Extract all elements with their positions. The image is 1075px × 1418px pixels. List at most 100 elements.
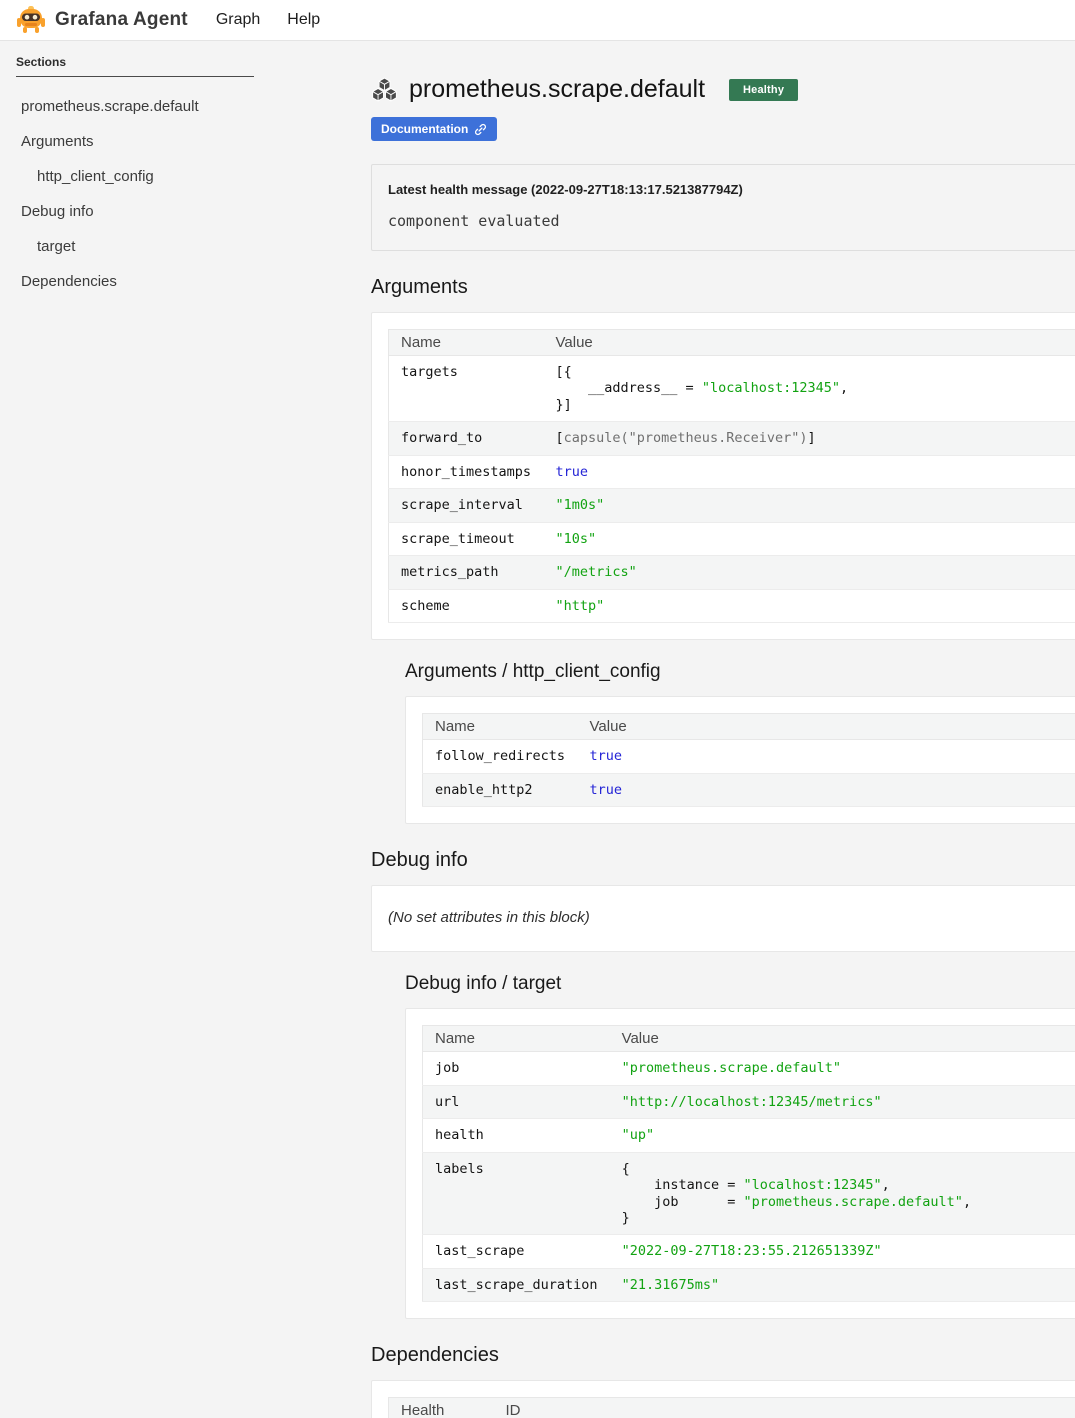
row-name: health — [423, 1119, 610, 1152]
section-card-debug-info-target: NameValuejob"prometheus.scrape.default"u… — [405, 1008, 1075, 1319]
sections-root: ArgumentsNameValuetargets[{ __address__ … — [371, 276, 1075, 1418]
table-row: last_scrape"2022-09-27T18:23:55.21265133… — [423, 1235, 1075, 1268]
main-content: prometheus.scrape.default Healthy Docume… — [260, 41, 1075, 1418]
health-message-label: Latest health message (2022-09-27T18:13:… — [388, 182, 1075, 197]
table-row: forward_to[capsule("prometheus.Receiver"… — [389, 422, 1075, 455]
link-icon — [474, 123, 487, 136]
section-card-debug-info: (No set attributes in this block) — [371, 885, 1075, 952]
row-name: honor_timestamps — [389, 455, 544, 488]
table-row: scheme"http" — [389, 589, 1075, 622]
section-card-arguments-http-client-config: NameValuefollow_redirectstrueenable_http… — [405, 696, 1075, 824]
table-row: metrics_path"/metrics" — [389, 556, 1075, 589]
sidebar-item-debug-info[interactable]: Debug info — [16, 194, 254, 229]
sidebar-item-prometheus-scrape-default[interactable]: prometheus.scrape.default — [16, 89, 254, 124]
table-row: url"http://localhost:12345/metrics" — [423, 1085, 1075, 1118]
row-value: "21.31675ms" — [610, 1268, 1075, 1301]
row-name: enable_http2 — [423, 773, 578, 806]
cubes-icon — [371, 77, 398, 102]
column-header-id: ID — [494, 1398, 1075, 1418]
column-header-value: Value — [578, 714, 1075, 740]
section-heading-dependencies: Dependencies — [371, 1344, 1075, 1367]
section-dependencies: Dependencies HealthIDHealthyprometheus.re… — [371, 1344, 1075, 1418]
sidebar-item-arguments[interactable]: Arguments — [16, 124, 254, 159]
table-row: scrape_timeout"10s" — [389, 522, 1075, 555]
row-name: scheme — [389, 589, 544, 622]
column-header-health: Health — [389, 1398, 494, 1418]
row-value: "prometheus.scrape.default" — [610, 1052, 1075, 1085]
table-row: scrape_interval"1m0s" — [389, 489, 1075, 522]
table-row: health"up" — [423, 1119, 1075, 1152]
section-heading-arguments: Arguments — [371, 276, 1075, 299]
table-row: honor_timestampstrue — [389, 455, 1075, 488]
column-header-name: Name — [389, 330, 544, 356]
row-name: scrape_timeout — [389, 522, 544, 555]
grafana-agent-logo-icon — [16, 4, 46, 36]
row-name: labels — [423, 1152, 610, 1235]
empty-note: (No set attributes in this block) — [388, 902, 1075, 935]
row-value: true — [578, 740, 1075, 773]
column-header-name: Name — [423, 1026, 610, 1052]
app-logo[interactable]: Grafana Agent — [16, 4, 188, 36]
section-debug-info-target: Debug info / target NameValuejob"promethe… — [405, 973, 1075, 1319]
health-message-text: component evaluated — [388, 212, 1075, 230]
section-debug-info: Debug info (No set attributes in this blo… — [371, 849, 1075, 952]
table-row: job"prometheus.scrape.default" — [423, 1052, 1075, 1085]
row-name: follow_redirects — [423, 740, 578, 773]
row-value: "/metrics" — [544, 556, 1075, 589]
app-header: Grafana Agent Graph Help — [0, 0, 1075, 41]
sidebar-list: prometheus.scrape.defaultArgumentshttp_c… — [16, 89, 254, 299]
row-value: [capsule("prometheus.Receiver")] — [544, 422, 1075, 455]
page-title: prometheus.scrape.default — [409, 75, 705, 104]
sidebar-item-target[interactable]: target — [16, 229, 254, 264]
row-name: forward_to — [389, 422, 544, 455]
row-value: "1m0s" — [544, 489, 1075, 522]
page-title-row: prometheus.scrape.default Healthy — [371, 75, 1075, 104]
column-header-name: Name — [423, 714, 578, 740]
table-row: targets[{ __address__ = "localhost:12345… — [389, 356, 1075, 422]
row-value: [{ __address__ = "localhost:12345", }] — [544, 356, 1075, 422]
nav-help[interactable]: Help — [287, 11, 320, 29]
section-card-dependencies: HealthIDHealthyprometheus.remote_write.p… — [371, 1380, 1075, 1418]
row-value: "2022-09-27T18:23:55.212651339Z" — [610, 1235, 1075, 1268]
table-row: labels{ instance = "localhost:12345", jo… — [423, 1152, 1075, 1235]
nav-graph[interactable]: Graph — [216, 11, 260, 29]
column-header-value: Value — [544, 330, 1075, 356]
health-badge: Healthy — [729, 79, 798, 101]
top-nav: Graph Help — [216, 11, 320, 29]
row-value: true — [578, 773, 1075, 806]
section-heading-debug-info: Debug info — [371, 849, 1075, 872]
row-value: "http" — [544, 589, 1075, 622]
sidebar-item-http-client-config[interactable]: http_client_config — [16, 159, 254, 194]
row-name: metrics_path — [389, 556, 544, 589]
arguments-http-client-config-table: NameValuefollow_redirectstrueenable_http… — [422, 713, 1075, 807]
table-row: last_scrape_duration"21.31675ms" — [423, 1268, 1075, 1301]
section-card-arguments: NameValuetargets[{ __address__ = "localh… — [371, 312, 1075, 640]
sidebar: Sections prometheus.scrape.defaultArgume… — [0, 41, 260, 1418]
section-heading-debug-info-target: Debug info / target — [405, 973, 1075, 995]
table-row: enable_http2true — [423, 773, 1075, 806]
row-name: last_scrape — [423, 1235, 610, 1268]
row-name: job — [423, 1052, 610, 1085]
row-name: scrape_interval — [389, 489, 544, 522]
dependencies-table: HealthIDHealthyprometheus.remote_write.p… — [388, 1397, 1075, 1418]
row-name: targets — [389, 356, 544, 422]
table-row: follow_redirectstrue — [423, 740, 1075, 773]
column-header-value: Value — [610, 1026, 1075, 1052]
sections-title: Sections — [16, 55, 254, 77]
health-message-box: Latest health message (2022-09-27T18:13:… — [371, 164, 1075, 251]
row-value: "http://localhost:12345/metrics" — [610, 1085, 1075, 1118]
sidebar-item-dependencies[interactable]: Dependencies — [16, 264, 254, 299]
section-heading-arguments-http-client-config: Arguments / http_client_config — [405, 661, 1075, 683]
row-name: last_scrape_duration — [423, 1268, 610, 1301]
row-value: { instance = "localhost:12345", job = "p… — [610, 1152, 1075, 1235]
documentation-button[interactable]: Documentation — [371, 117, 497, 141]
row-value: "10s" — [544, 522, 1075, 555]
app-logo-text: Grafana Agent — [55, 9, 188, 31]
debug-info-target-table: NameValuejob"prometheus.scrape.default"u… — [422, 1025, 1075, 1302]
row-value: "up" — [610, 1119, 1075, 1152]
section-arguments: Arguments NameValuetargets[{ __address__ … — [371, 276, 1075, 640]
row-value: true — [544, 455, 1075, 488]
arguments-table: NameValuetargets[{ __address__ = "localh… — [388, 329, 1075, 623]
row-name: url — [423, 1085, 610, 1118]
section-arguments-http-client-config: Arguments / http_client_config NameValuef… — [405, 661, 1075, 824]
